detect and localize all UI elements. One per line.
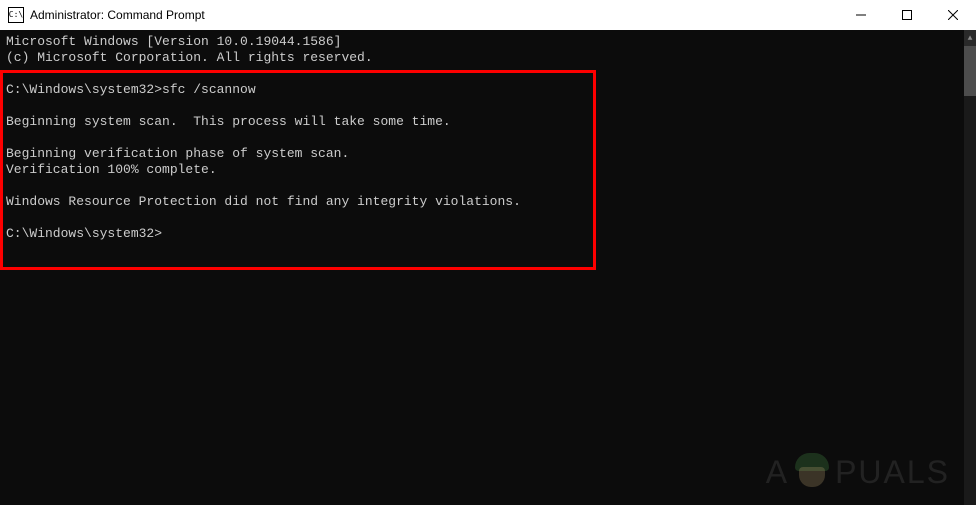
window-title: Administrator: Command Prompt: [30, 8, 205, 22]
window-titlebar: C:\ Administrator: Command Prompt: [0, 0, 976, 30]
console-line: C:\Windows\system32>sfc /scannow: [6, 82, 256, 97]
console-output[interactable]: Microsoft Windows [Version 10.0.19044.15…: [0, 30, 964, 505]
window-controls: [838, 0, 976, 30]
console-line: C:\Windows\system32>: [6, 226, 162, 241]
maximize-button[interactable]: [884, 0, 930, 30]
console-line: Beginning system scan. This process will…: [6, 114, 451, 129]
minimize-button[interactable]: [838, 0, 884, 30]
vertical-scrollbar[interactable]: ▲: [964, 30, 976, 505]
scroll-thumb[interactable]: [964, 46, 976, 96]
scroll-up-arrow[interactable]: ▲: [964, 30, 976, 46]
console-line: (c) Microsoft Corporation. All rights re…: [6, 50, 373, 65]
console-line: Beginning verification phase of system s…: [6, 146, 349, 161]
console-line: Verification 100% complete.: [6, 162, 217, 177]
close-button[interactable]: [930, 0, 976, 30]
console-line: Windows Resource Protection did not find…: [6, 194, 521, 209]
cmd-icon: C:\: [8, 7, 24, 23]
titlebar-left: C:\ Administrator: Command Prompt: [8, 7, 205, 23]
console-line: Microsoft Windows [Version 10.0.19044.15…: [6, 34, 341, 49]
